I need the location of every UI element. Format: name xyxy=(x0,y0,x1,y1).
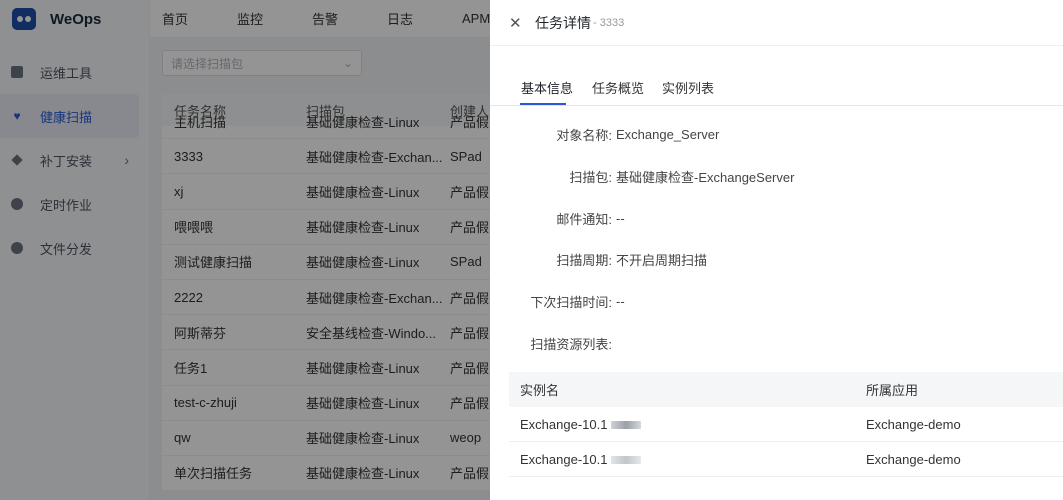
field-value: -- xyxy=(616,210,625,226)
column-header: 实例名 xyxy=(520,383,560,398)
active-tab-indicator xyxy=(520,103,566,105)
field-value: -- xyxy=(616,293,625,309)
drawer-tabs: 基本信息 任务概览 实例列表 xyxy=(490,66,1063,106)
drawer-header: ✕ 任务详情 - 3333 xyxy=(490,0,1063,46)
field-label: 下次扫描时间: xyxy=(530,294,612,310)
field-scan-cycle: 扫描周期: 不开启周期扫描 xyxy=(490,249,1063,269)
table-row: Exchange-10.1 Exchange-demo xyxy=(509,407,1063,442)
field-label: 扫描包: xyxy=(569,169,612,185)
redacted-blur xyxy=(611,456,642,465)
modal-mask[interactable] xyxy=(0,0,490,500)
field-label: 扫描周期: xyxy=(556,252,612,268)
task-detail-drawer: ✕ 任务详情 - 3333 基本信息 任务概览 实例列表 对象名称: Excha… xyxy=(490,0,1063,500)
field-object-name: 对象名称: Exchange_Server xyxy=(490,124,1063,144)
instance-name: Exchange-10.1 xyxy=(520,416,608,432)
table-cell: Exchange-demo xyxy=(866,416,961,432)
field-next-scan-time: 下次扫描时间: -- xyxy=(490,291,1063,311)
table-row: Exchange-10.1 Exchange-demo xyxy=(509,442,1063,477)
field-label: 扫描资源列表: xyxy=(530,336,612,352)
close-icon[interactable]: ✕ xyxy=(509,14,523,32)
tab-basic-info[interactable]: 基本信息 xyxy=(521,78,573,97)
field-email-notify: 邮件通知: -- xyxy=(490,208,1063,228)
table-cell: Exchange-10.1 xyxy=(509,417,866,432)
field-value: 基础健康检查-ExchangeServer xyxy=(616,169,795,185)
instance-name: Exchange-10.1 xyxy=(520,451,608,467)
resource-table: 实例名 所属应用 Exchange-10.1 Exchange-demo Exc… xyxy=(509,372,1063,477)
drawer-title: 任务详情 xyxy=(535,14,591,31)
redacted-blur xyxy=(611,421,642,430)
table-cell: Exchange-10.1 xyxy=(509,452,866,467)
tab-instance-list[interactable]: 实例列表 xyxy=(662,78,714,97)
field-value: 不开启周期扫描 xyxy=(616,252,708,268)
drawer-subtitle: - 3333 xyxy=(593,16,625,29)
tab-task-overview[interactable]: 任务概览 xyxy=(592,78,644,97)
field-label: 对象名称: xyxy=(556,127,612,143)
table-header: 实例名 所属应用 xyxy=(509,372,1063,407)
field-scan-package: 扫描包: 基础健康检查-ExchangeServer xyxy=(490,166,1063,186)
column-header: 所属应用 xyxy=(866,383,919,398)
table-cell: Exchange-demo xyxy=(866,451,961,467)
field-label: 邮件通知: xyxy=(556,211,612,227)
field-value: Exchange_Server xyxy=(616,126,720,142)
field-scan-resources: 扫描资源列表: xyxy=(490,333,1063,353)
